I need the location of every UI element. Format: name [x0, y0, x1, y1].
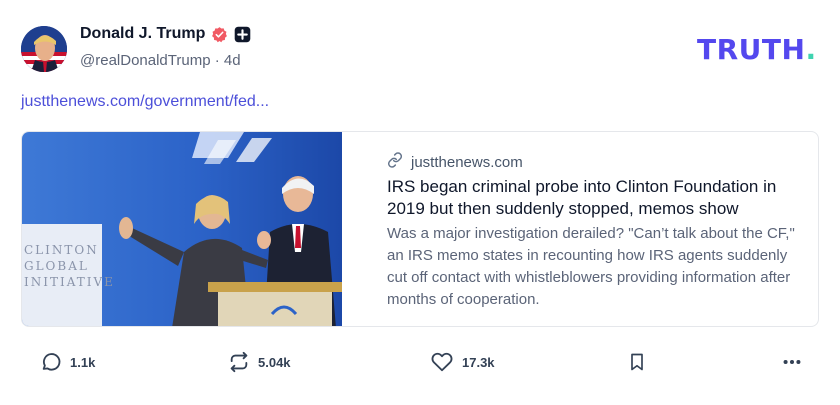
card-thumbnail: CLINTON GLOBAL INITIATIVE: [22, 132, 342, 326]
reply-icon: [40, 351, 62, 373]
backdrop-text-2: GLOBAL: [24, 259, 89, 273]
plus-badge-icon: [234, 26, 251, 43]
heart-icon: [430, 351, 454, 373]
post-age[interactable]: 4d: [224, 52, 241, 69]
avatar[interactable]: [21, 26, 67, 72]
retruth-count: 5.04k: [258, 354, 291, 370]
author-handle[interactable]: @realDonaldTrump: [80, 52, 211, 69]
verified-badge-icon: [211, 26, 228, 43]
reply-button[interactable]: 1.1k: [40, 345, 95, 379]
post-link[interactable]: justthenews.com/government/fed...: [21, 93, 269, 111]
author-display-name[interactable]: Donald J. Trump: [80, 25, 205, 43]
action-bar: 1.1k 5.04k 17.3k: [0, 345, 840, 379]
truth-logo-dot: .: [805, 33, 817, 66]
truth-logo-text: TRUTH: [697, 33, 806, 66]
retruth-button[interactable]: 5.04k: [228, 345, 291, 379]
truth-logo[interactable]: TRUTH.: [697, 33, 817, 66]
retruth-icon: [228, 351, 250, 373]
card-domain-row: justthenews.com: [387, 152, 523, 172]
card-domain: justthenews.com: [411, 153, 523, 171]
more-icon: [780, 351, 804, 373]
card-title[interactable]: IRS began criminal probe into Clinton Fo…: [387, 176, 807, 220]
avatar-image: [21, 26, 67, 72]
reply-count: 1.1k: [70, 354, 96, 370]
truth-post: Donald J. Trump @realDonaldTrump · 4d TR…: [0, 0, 840, 405]
author-name-row: Donald J. Trump: [80, 25, 251, 43]
card-body: justthenews.com IRS began criminal probe…: [366, 132, 807, 326]
meta-separator: ·: [214, 52, 220, 69]
link-icon: [387, 152, 403, 172]
more-button[interactable]: [780, 345, 804, 379]
author-meta: @realDonaldTrump · 4d: [80, 52, 241, 69]
link-preview-card[interactable]: CLINTON GLOBAL INITIATIVE justthenews.co…: [21, 131, 819, 327]
card-description: Was a major investigation derailed? "Can…: [387, 225, 795, 308]
like-button[interactable]: 17.3k: [430, 345, 495, 379]
backdrop-text-1: CLINTON: [24, 243, 99, 257]
like-count: 17.3k: [462, 354, 495, 370]
backdrop-text-3: INITIATIVE: [24, 275, 115, 289]
card-thumbnail-image: CLINTON GLOBAL INITIATIVE: [22, 132, 342, 326]
bookmark-button[interactable]: [627, 345, 647, 379]
bookmark-icon: [627, 351, 647, 373]
